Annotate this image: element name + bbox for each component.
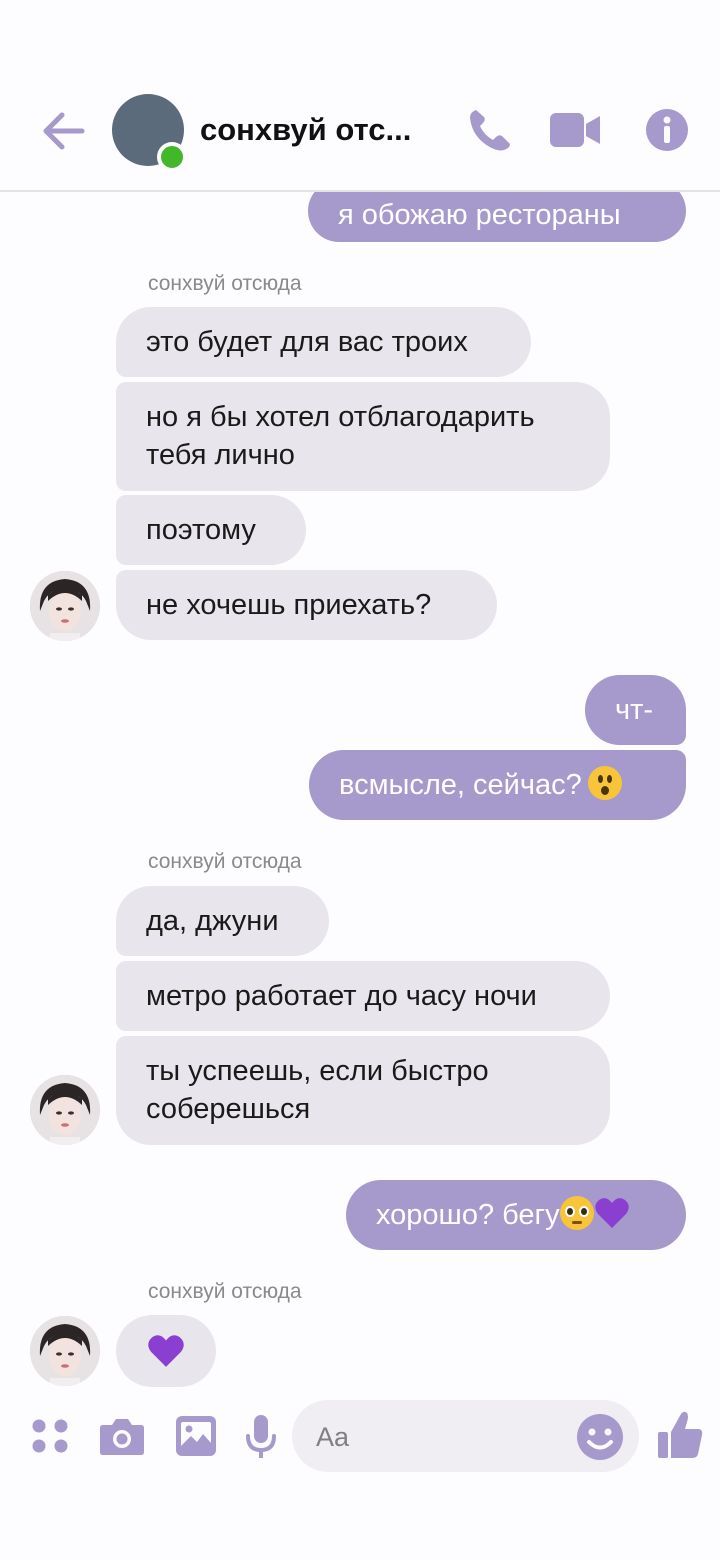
contact-name[interactable]: сонхвуй отс... bbox=[200, 112, 425, 148]
incoming-message[interactable]: да, джуни bbox=[116, 886, 329, 956]
message-text: метро работает до часу ночи bbox=[146, 980, 537, 1012]
purple-heart-icon bbox=[594, 1198, 629, 1228]
sender-name: сонхвуй отсюда bbox=[148, 850, 302, 873]
sender-avatar[interactable] bbox=[30, 571, 100, 641]
incoming-message[interactable]: ты успеешь, если быстро соберешься bbox=[116, 1036, 610, 1145]
avatar-photo bbox=[30, 1075, 100, 1145]
back-arrow-icon[interactable] bbox=[40, 108, 86, 154]
message-text: я обожаю рестораны bbox=[338, 199, 621, 231]
incoming-message[interactable]: поэтому bbox=[116, 495, 306, 565]
message-text: это будет для вас троих bbox=[146, 326, 468, 358]
sender-name: сонхвуй отсюда bbox=[148, 272, 302, 295]
message-list[interactable]: я обожаю рестораны сонхвуй отсюда это бу… bbox=[0, 0, 720, 1400]
sender-avatar[interactable] bbox=[30, 1075, 100, 1145]
message-text: но я бы хотел отблагодарить bbox=[146, 401, 535, 433]
incoming-message[interactable]: но я бы хотел отблагодарить тебя лично bbox=[116, 382, 610, 491]
message-text: чт- bbox=[615, 694, 654, 726]
avatar-photo bbox=[30, 571, 100, 641]
avatar-photo bbox=[30, 1316, 100, 1386]
phone-icon[interactable] bbox=[466, 106, 514, 154]
apps-icon[interactable] bbox=[30, 1416, 70, 1456]
info-icon[interactable] bbox=[645, 108, 689, 152]
message-text: всмысле, сейчас? bbox=[339, 769, 582, 801]
message-text: хорошо? бегу bbox=[376, 1199, 560, 1231]
message-text: поэтому bbox=[146, 514, 256, 546]
incoming-message[interactable]: не хочешь приехать? bbox=[116, 570, 497, 640]
emoji-icon[interactable] bbox=[576, 1413, 624, 1461]
astonished-face-icon bbox=[587, 766, 622, 800]
sender-name: сонхвуй отсюда bbox=[148, 1280, 302, 1303]
microphone-icon[interactable] bbox=[244, 1414, 278, 1460]
sender-avatar[interactable] bbox=[30, 1316, 100, 1386]
thumbs-up-icon[interactable] bbox=[656, 1410, 704, 1460]
message-text: да, джуни bbox=[146, 905, 279, 937]
message-text: ты успеешь, если быстро bbox=[146, 1055, 489, 1087]
message-input-placeholder: Aa bbox=[316, 1422, 350, 1452]
incoming-message[interactable]: это будет для вас троих bbox=[116, 307, 531, 377]
outgoing-message[interactable]: чт- bbox=[585, 675, 686, 745]
message-text: соберешься bbox=[146, 1093, 311, 1125]
pleading-face-icon bbox=[559, 1196, 594, 1230]
gallery-icon[interactable] bbox=[175, 1415, 217, 1457]
outgoing-message[interactable]: хорошо? бегу bbox=[346, 1180, 686, 1250]
incoming-message[interactable] bbox=[116, 1315, 216, 1387]
message-text: тебя лично bbox=[146, 439, 295, 471]
video-camera-icon[interactable] bbox=[548, 110, 602, 150]
camera-icon[interactable] bbox=[99, 1415, 145, 1457]
conversation-header: сонхвуй отс... bbox=[0, 0, 720, 192]
online-status-indicator bbox=[157, 142, 187, 172]
outgoing-message[interactable]: всмысле, сейчас? bbox=[309, 750, 686, 820]
message-text: не хочешь приехать? bbox=[146, 589, 432, 621]
purple-heart-icon bbox=[148, 1335, 184, 1367]
incoming-message[interactable]: метро работает до часу ночи bbox=[116, 961, 610, 1031]
